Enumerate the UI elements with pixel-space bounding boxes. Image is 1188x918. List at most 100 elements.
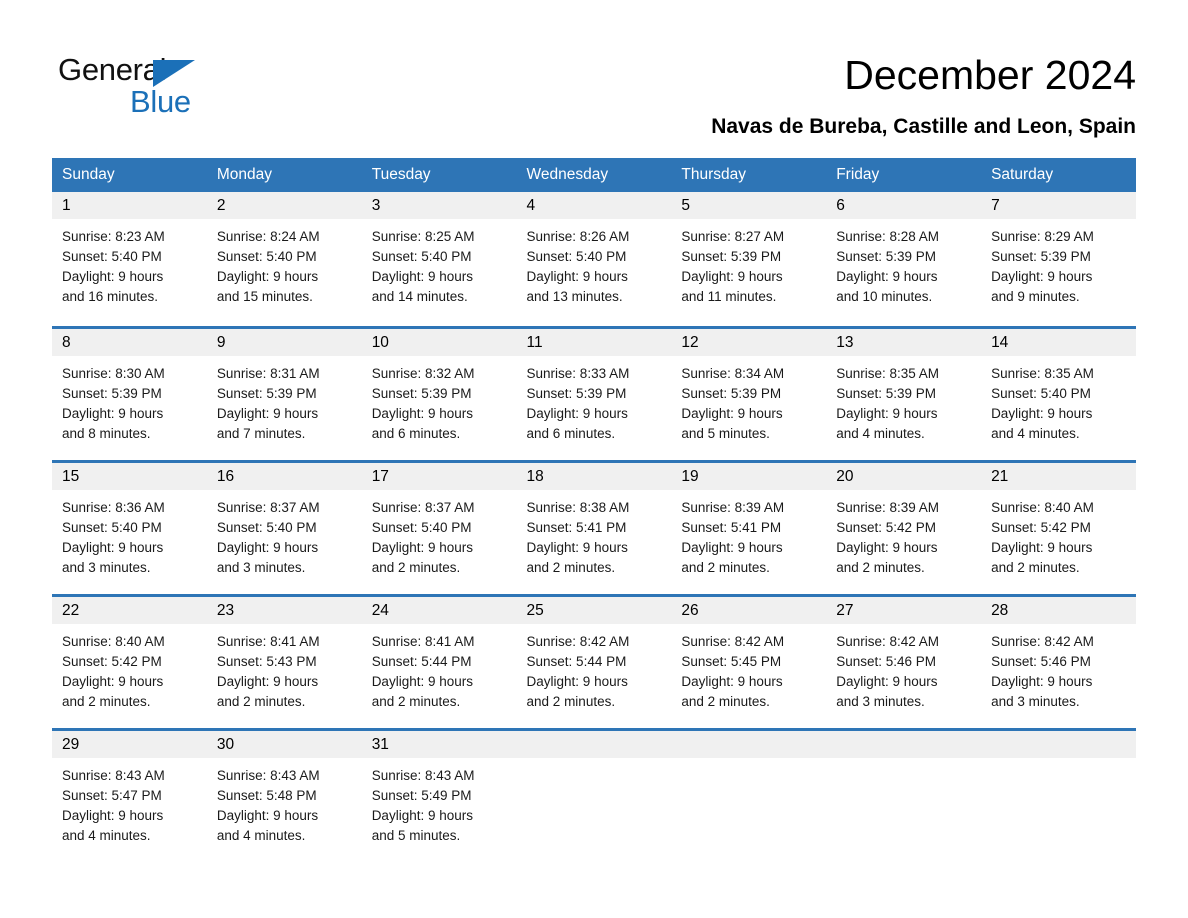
sunrise-text: Sunrise: 8:29 AM [991, 229, 1094, 244]
day-details: Sunrise: 8:30 AM Sunset: 5:39 PM Dayligh… [52, 356, 207, 444]
daylight-text-line1: Daylight: 9 hours [371, 674, 473, 689]
day-details: Sunrise: 8:43 AM Sunset: 5:49 PM Dayligh… [362, 758, 517, 846]
day-number: 30 [206, 731, 362, 758]
calendar-week-row: 8 Sunrise: 8:30 AM Sunset: 5:39 PM Dayli… [52, 326, 1136, 462]
sunset-text: Sunset: 5:44 PM [371, 654, 472, 669]
day-cell[interactable]: 2 Sunrise: 8:24 AM Sunset: 5:40 PM Dayli… [206, 192, 362, 328]
daylight-text-line2: and 10 minutes. [836, 289, 933, 304]
daylight-text-line1: Daylight: 9 hours [216, 540, 319, 555]
day-cell[interactable]: 20 Sunrise: 8:39 AM Sunset: 5:42 PM Dayl… [826, 460, 982, 596]
day-cell[interactable]: 4 Sunrise: 8:26 AM Sunset: 5:40 PM Dayli… [516, 192, 672, 328]
daylight-text-line2: and 4 minutes. [62, 828, 151, 843]
day-cell[interactable]: 5 Sunrise: 8:27 AM Sunset: 5:39 PM Dayli… [671, 192, 827, 328]
daylight-text-line2: and 16 minutes. [62, 289, 159, 304]
day-details: Sunrise: 8:25 AM Sunset: 5:40 PM Dayligh… [362, 219, 517, 307]
day-cell[interactable]: 3 Sunrise: 8:25 AM Sunset: 5:40 PM Dayli… [361, 192, 517, 328]
day-details: Sunrise: 8:33 AM Sunset: 5:39 PM Dayligh… [517, 356, 672, 444]
day-cell[interactable]: 13 Sunrise: 8:35 AM Sunset: 5:39 PM Dayl… [826, 326, 982, 462]
day-cell[interactable]: 19 Sunrise: 8:39 AM Sunset: 5:41 PM Dayl… [671, 460, 827, 596]
day-number: 20 [826, 463, 982, 490]
sunset-text: Sunset: 5:39 PM [681, 386, 782, 401]
day-cell[interactable]: 29 Sunrise: 8:43 AM Sunset: 5:47 PM Dayl… [52, 728, 207, 862]
day-number: 5 [671, 192, 827, 219]
page-header: General Blue December 2024 Navas de Bure… [0, 0, 1188, 150]
weekday-header-tuesday: Tuesday [361, 158, 517, 192]
sunset-text: Sunset: 5:40 PM [216, 520, 317, 535]
day-cell[interactable]: 25 Sunrise: 8:42 AM Sunset: 5:44 PM Dayl… [516, 594, 672, 730]
day-cell[interactable]: 1 Sunrise: 8:23 AM Sunset: 5:40 PM Dayli… [52, 192, 207, 328]
day-cell[interactable]: 7 Sunrise: 8:29 AM Sunset: 5:39 PM Dayli… [981, 192, 1136, 328]
day-cell[interactable]: 18 Sunrise: 8:38 AM Sunset: 5:41 PM Dayl… [516, 460, 672, 596]
day-cell-empty [981, 728, 1136, 862]
day-cell[interactable]: 28 Sunrise: 8:42 AM Sunset: 5:46 PM Dayl… [981, 594, 1136, 730]
daylight-text-line2: and 3 minutes. [991, 694, 1080, 709]
day-number: 7 [981, 192, 1136, 219]
day-cell[interactable]: 27 Sunrise: 8:42 AM Sunset: 5:46 PM Dayl… [826, 594, 982, 730]
sunset-text: Sunset: 5:42 PM [836, 520, 937, 535]
day-cell[interactable]: 31 Sunrise: 8:43 AM Sunset: 5:49 PM Dayl… [361, 728, 517, 862]
day-cell[interactable]: 15 Sunrise: 8:36 AM Sunset: 5:40 PM Dayl… [52, 460, 207, 596]
day-details: Sunrise: 8:35 AM Sunset: 5:39 PM Dayligh… [826, 356, 981, 444]
day-number: 22 [52, 597, 207, 624]
day-cell[interactable]: 11 Sunrise: 8:33 AM Sunset: 5:39 PM Dayl… [516, 326, 672, 462]
day-cell[interactable]: 16 Sunrise: 8:37 AM Sunset: 5:40 PM Dayl… [206, 460, 362, 596]
daylight-text-line1: Daylight: 9 hours [526, 540, 628, 555]
sunset-text: Sunset: 5:46 PM [991, 654, 1091, 669]
sunset-text: Sunset: 5:47 PM [62, 788, 162, 803]
sunrise-text: Sunrise: 8:43 AM [371, 768, 475, 783]
day-cell[interactable]: 22 Sunrise: 8:40 AM Sunset: 5:42 PM Dayl… [52, 594, 207, 730]
day-number: 25 [516, 597, 672, 624]
day-details: Sunrise: 8:41 AM Sunset: 5:44 PM Dayligh… [362, 624, 517, 712]
daylight-text-line2: and 4 minutes. [216, 828, 306, 843]
day-cell[interactable]: 30 Sunrise: 8:43 AM Sunset: 5:48 PM Dayl… [206, 728, 362, 862]
day-number: 16 [206, 463, 362, 490]
day-details: Sunrise: 8:42 AM Sunset: 5:45 PM Dayligh… [671, 624, 826, 712]
daylight-text-line1: Daylight: 9 hours [836, 674, 938, 689]
generalblue-logo[interactable]: General Blue [58, 52, 238, 120]
day-cell[interactable]: 21 Sunrise: 8:40 AM Sunset: 5:42 PM Dayl… [981, 460, 1136, 596]
day-details: Sunrise: 8:35 AM Sunset: 5:40 PM Dayligh… [981, 356, 1136, 444]
logo-triangle-icon [153, 60, 195, 87]
day-number [826, 731, 982, 758]
day-cell[interactable]: 23 Sunrise: 8:41 AM Sunset: 5:43 PM Dayl… [206, 594, 362, 730]
day-cell[interactable]: 10 Sunrise: 8:32 AM Sunset: 5:39 PM Dayl… [361, 326, 517, 462]
day-cell[interactable]: 12 Sunrise: 8:34 AM Sunset: 5:39 PM Dayl… [671, 326, 827, 462]
day-number: 15 [52, 463, 207, 490]
daylight-text-line1: Daylight: 9 hours [526, 674, 628, 689]
day-cell[interactable]: 24 Sunrise: 8:41 AM Sunset: 5:44 PM Dayl… [361, 594, 517, 730]
sunset-text: Sunset: 5:41 PM [526, 520, 627, 535]
daylight-text-line2: and 3 minutes. [62, 560, 151, 575]
daylight-text-line1: Daylight: 9 hours [991, 674, 1093, 689]
day-details: Sunrise: 8:43 AM Sunset: 5:48 PM Dayligh… [207, 758, 362, 846]
daylight-text-line2: and 2 minutes. [526, 694, 616, 709]
daylight-text-line1: Daylight: 9 hours [526, 269, 628, 284]
day-details: Sunrise: 8:40 AM Sunset: 5:42 PM Dayligh… [981, 490, 1136, 578]
day-details: Sunrise: 8:37 AM Sunset: 5:40 PM Dayligh… [207, 490, 362, 578]
day-details: Sunrise: 8:42 AM Sunset: 5:44 PM Dayligh… [517, 624, 672, 712]
day-cell[interactable]: 9 Sunrise: 8:31 AM Sunset: 5:39 PM Dayli… [206, 326, 362, 462]
calendar-week-row: 1 Sunrise: 8:23 AM Sunset: 5:40 PM Dayli… [52, 192, 1136, 328]
daylight-text-line2: and 2 minutes. [62, 694, 151, 709]
sunrise-sunset-calendar-table: Sunday Monday Tuesday Wednesday Thursday… [52, 158, 1136, 862]
daylight-text-line1: Daylight: 9 hours [836, 406, 938, 421]
sunset-text: Sunset: 5:49 PM [371, 788, 472, 803]
sunrise-text: Sunrise: 8:42 AM [681, 634, 785, 649]
day-cell[interactable]: 6 Sunrise: 8:28 AM Sunset: 5:39 PM Dayli… [826, 192, 982, 328]
day-number: 17 [361, 463, 517, 490]
day-cell[interactable]: 26 Sunrise: 8:42 AM Sunset: 5:45 PM Dayl… [671, 594, 827, 730]
day-number: 28 [981, 597, 1136, 624]
sunset-text: Sunset: 5:42 PM [991, 520, 1091, 535]
sunrise-text: Sunrise: 8:24 AM [216, 229, 320, 244]
day-details: Sunrise: 8:32 AM Sunset: 5:39 PM Dayligh… [362, 356, 517, 444]
sunrise-text: Sunrise: 8:39 AM [681, 500, 785, 515]
day-number: 11 [516, 329, 672, 356]
day-cell[interactable]: 8 Sunrise: 8:30 AM Sunset: 5:39 PM Dayli… [52, 326, 207, 462]
daylight-text-line2: and 6 minutes. [526, 426, 616, 441]
day-cell[interactable]: 14 Sunrise: 8:35 AM Sunset: 5:40 PM Dayl… [981, 326, 1136, 462]
day-details: Sunrise: 8:24 AM Sunset: 5:40 PM Dayligh… [207, 219, 362, 307]
daylight-text-line2: and 2 minutes. [526, 560, 616, 575]
daylight-text-line1: Daylight: 9 hours [216, 269, 319, 284]
daylight-text-line1: Daylight: 9 hours [526, 406, 628, 421]
day-cell[interactable]: 17 Sunrise: 8:37 AM Sunset: 5:40 PM Dayl… [361, 460, 517, 596]
daylight-text-line1: Daylight: 9 hours [62, 406, 164, 421]
